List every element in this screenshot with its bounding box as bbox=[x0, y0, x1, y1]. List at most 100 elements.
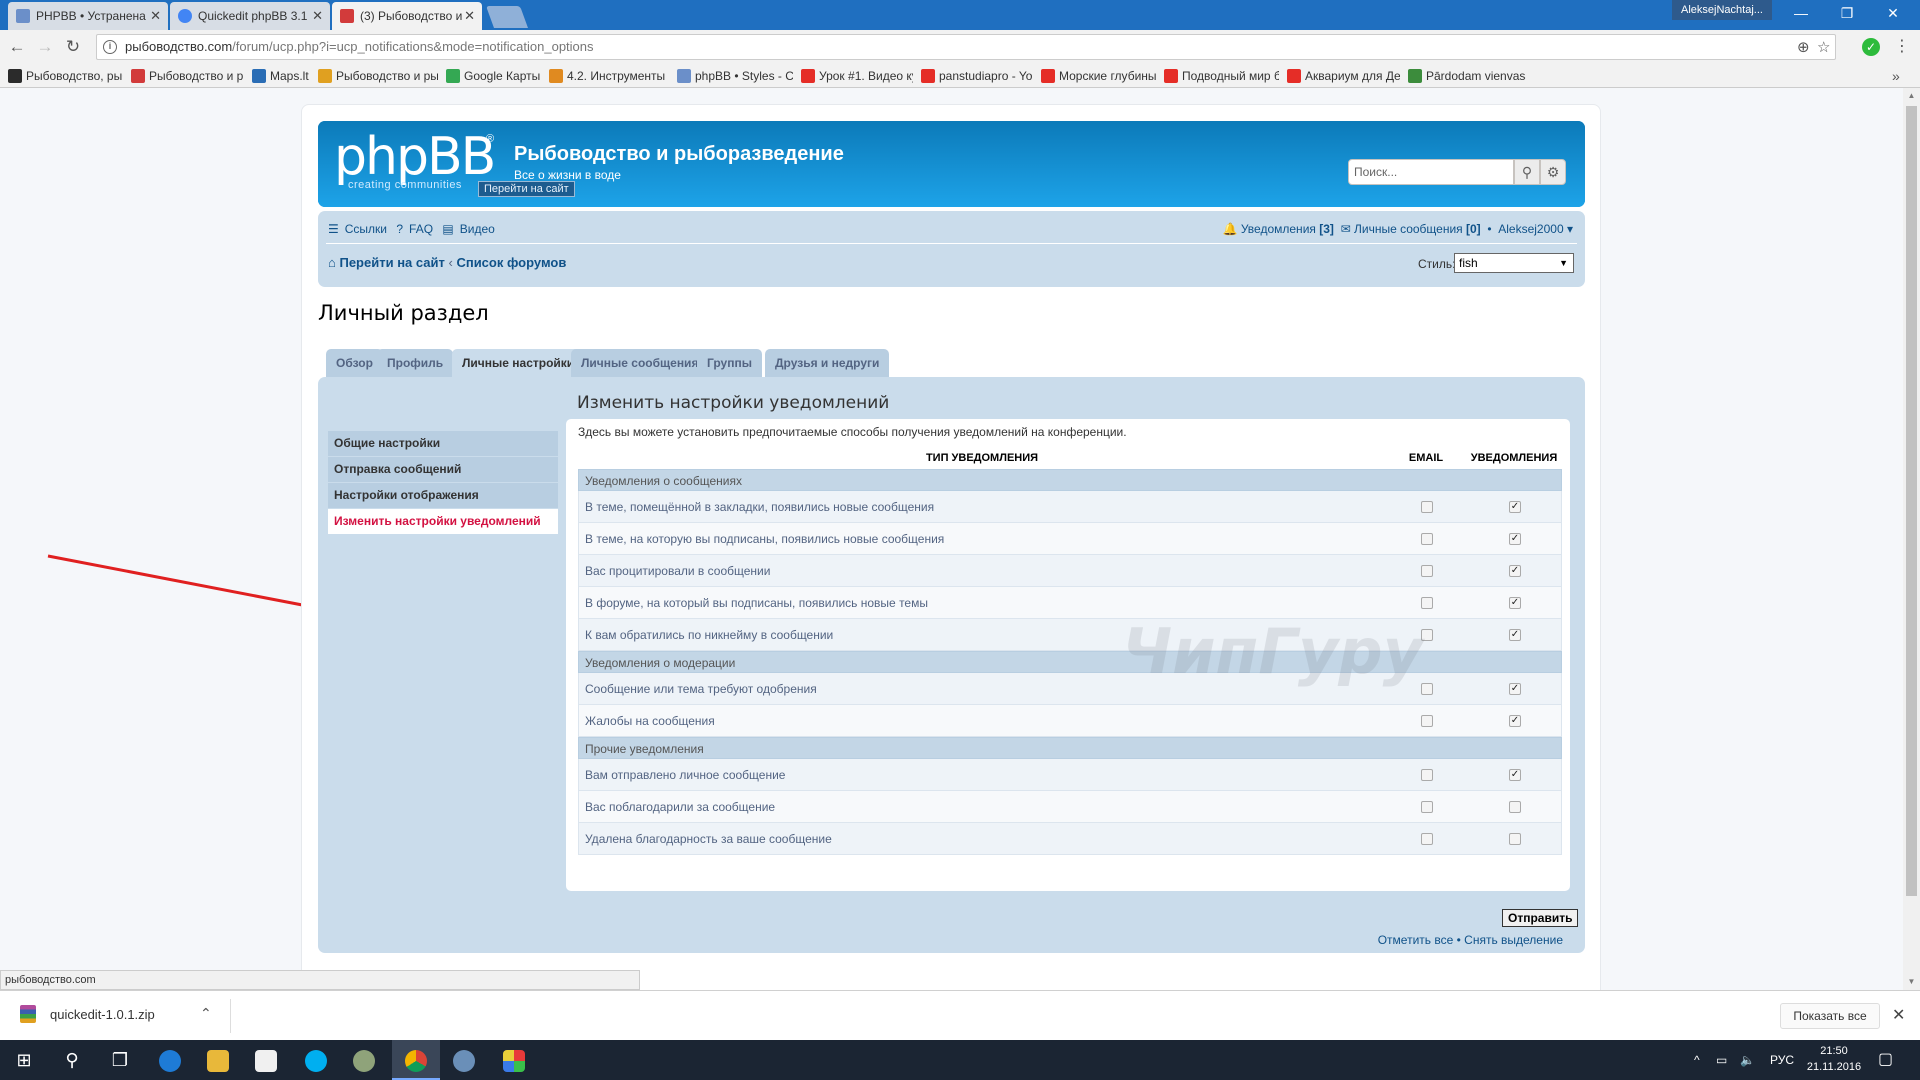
side-menu-item[interactable]: Отправка сообщений bbox=[328, 457, 558, 482]
info-icon[interactable]: i bbox=[103, 40, 117, 54]
email-checkbox[interactable] bbox=[1421, 801, 1433, 813]
scroll-down-icon[interactable]: ▼ bbox=[1903, 974, 1920, 990]
show-all-downloads-button[interactable]: Показать все bbox=[1780, 1003, 1880, 1029]
notification-checkbox[interactable] bbox=[1509, 801, 1521, 813]
unmark-all-link[interactable]: Снять выделение bbox=[1464, 933, 1563, 947]
notifications-link[interactable]: Уведомления bbox=[1241, 222, 1316, 236]
address-bar[interactable]: i рыбоводство.com/forum/ucp.php?i=ucp_no… bbox=[96, 34, 1836, 60]
action-center-icon[interactable]: ▢ bbox=[1878, 1040, 1893, 1080]
window-close-icon[interactable]: ✕ bbox=[1870, 0, 1916, 26]
bookmark-item[interactable]: Рыбоводство и рыбо bbox=[318, 64, 438, 88]
skype-icon[interactable] bbox=[292, 1040, 340, 1080]
bookmark-item[interactable]: Рыбоводство, рыбор bbox=[8, 64, 123, 88]
nav-links[interactable]: Ссылки bbox=[345, 222, 387, 236]
side-menu-item[interactable]: Изменить настройки уведомлений bbox=[328, 509, 558, 534]
bookmark-item[interactable]: Рыбоводство и рыбо bbox=[131, 64, 244, 88]
user-menu[interactable]: Aleksej2000 bbox=[1498, 222, 1563, 236]
mark-all-link[interactable]: Отметить все bbox=[1378, 933, 1454, 947]
ucp-tab[interactable]: Группы bbox=[697, 349, 762, 377]
browser-menu-icon[interactable]: ⋮ bbox=[1894, 36, 1910, 56]
notification-checkbox[interactable]: ✓ bbox=[1509, 715, 1521, 727]
scroll-up-icon[interactable]: ▲ bbox=[1903, 88, 1920, 104]
breadcrumb-site[interactable]: Перейти на сайт bbox=[339, 255, 444, 270]
email-checkbox[interactable] bbox=[1421, 565, 1433, 577]
restore-icon[interactable]: ❐ bbox=[1824, 0, 1870, 26]
close-icon[interactable]: ✕ bbox=[464, 2, 475, 30]
browser-tab-2[interactable]: Quickedit phpBB 3.1 - П ✕ bbox=[170, 2, 330, 30]
notification-checkbox[interactable]: ✓ bbox=[1509, 683, 1521, 695]
tray-chevron-icon[interactable]: ^ bbox=[1694, 1040, 1700, 1080]
close-icon[interactable]: ✕ bbox=[1892, 1005, 1905, 1025]
clock[interactable]: 21:50 21.11.2016 bbox=[1804, 1043, 1864, 1075]
search-input[interactable]: Поиск... bbox=[1348, 159, 1514, 185]
style-select[interactable]: fish ▼ bbox=[1454, 253, 1574, 273]
file-explorer-icon[interactable] bbox=[194, 1040, 242, 1080]
language-indicator[interactable]: РУС bbox=[1770, 1040, 1794, 1080]
side-menu-item[interactable]: Общие настройки bbox=[328, 431, 558, 456]
email-checkbox[interactable] bbox=[1421, 769, 1433, 781]
email-checkbox[interactable] bbox=[1421, 533, 1433, 545]
extension-check-icon[interactable]: ✓ bbox=[1862, 38, 1880, 56]
reload-icon[interactable]: ↻ bbox=[62, 36, 84, 58]
browser-tab-3[interactable]: (3) Рыбоводство и рыб ✕ bbox=[332, 2, 482, 30]
notification-checkbox[interactable]: ✓ bbox=[1509, 597, 1521, 609]
new-tab-button[interactable] bbox=[485, 6, 529, 28]
bookmark-item[interactable]: phpBB • Styles - Custo bbox=[677, 64, 793, 88]
close-icon[interactable]: ✕ bbox=[312, 2, 323, 30]
search-icon[interactable]: ⚲ bbox=[1514, 159, 1540, 185]
email-checkbox[interactable] bbox=[1421, 597, 1433, 609]
ucp-tab[interactable]: Личные сообщения bbox=[571, 349, 709, 377]
scroll-thumb[interactable] bbox=[1906, 106, 1917, 896]
bookmark-item[interactable]: panstudiapro - YouTu bbox=[921, 64, 1033, 88]
app-icon[interactable] bbox=[340, 1040, 388, 1080]
nav-video[interactable]: Видео bbox=[460, 222, 495, 236]
email-checkbox[interactable] bbox=[1421, 833, 1433, 845]
download-file[interactable]: quickedit-1.0.1.zip bbox=[50, 1007, 155, 1022]
back-arrow-icon[interactable]: ← bbox=[6, 36, 28, 58]
bookmark-star-icon[interactable]: ☆ bbox=[1817, 38, 1830, 56]
bookmark-item[interactable]: Pārdodam vienvasara bbox=[1408, 64, 1526, 88]
notification-checkbox[interactable]: ✓ bbox=[1509, 501, 1521, 513]
chevron-up-icon[interactable]: ⌃ bbox=[200, 1005, 212, 1022]
menu-icon[interactable]: ☰ bbox=[328, 222, 339, 236]
bookmark-item[interactable]: 4.2. Инструменты мо bbox=[549, 64, 669, 88]
ucp-tab[interactable]: Друзья и недруги bbox=[765, 349, 890, 377]
bookmark-item[interactable]: Google Карты bbox=[446, 64, 541, 88]
notification-checkbox[interactable]: ✓ bbox=[1509, 769, 1521, 781]
phpbb-logo[interactable]: phpBB bbox=[334, 127, 496, 187]
bookmark-item[interactable]: Maps.lt bbox=[252, 64, 310, 88]
edge-browser-icon[interactable] bbox=[146, 1040, 194, 1080]
email-checkbox[interactable] bbox=[1421, 715, 1433, 727]
forward-arrow-icon[interactable]: → bbox=[34, 36, 56, 58]
task-view-icon[interactable]: ❐ bbox=[96, 1040, 144, 1080]
ucp-tab[interactable]: Личные настройки bbox=[452, 349, 585, 377]
paint-icon[interactable] bbox=[490, 1040, 538, 1080]
pm-link[interactable]: Личные сообщения bbox=[1354, 222, 1463, 236]
close-icon[interactable]: ✕ bbox=[150, 2, 161, 30]
windows-start-icon[interactable]: ⊞ bbox=[0, 1040, 48, 1080]
page-scrollbar[interactable]: ▲ ▼ bbox=[1903, 88, 1920, 990]
zoom-icon[interactable]: ⊕ bbox=[1797, 38, 1810, 56]
notification-checkbox[interactable]: ✓ bbox=[1509, 565, 1521, 577]
chevron-down-icon[interactable]: ▾ bbox=[1567, 222, 1573, 236]
notification-checkbox[interactable]: ✓ bbox=[1509, 533, 1521, 545]
volume-icon[interactable]: 🔈 bbox=[1740, 1040, 1755, 1080]
app-icon[interactable] bbox=[440, 1040, 488, 1080]
bookmark-item[interactable]: Подводный мир бухт bbox=[1164, 64, 1279, 88]
minimize-icon[interactable]: — bbox=[1778, 0, 1824, 26]
network-icon[interactable]: ▭ bbox=[1716, 1040, 1727, 1080]
breadcrumb-forums[interactable]: Список форумов bbox=[456, 255, 566, 270]
store-icon[interactable] bbox=[242, 1040, 290, 1080]
ucp-tab[interactable]: Обзор bbox=[326, 349, 383, 377]
bookmark-item[interactable]: Аквариум для Детей bbox=[1287, 64, 1400, 88]
chrome-icon[interactable] bbox=[392, 1040, 440, 1080]
search-icon[interactable]: ⚲ bbox=[48, 1040, 96, 1080]
side-menu-item[interactable]: Настройки отображения bbox=[328, 483, 558, 508]
gear-icon[interactable]: ⚙ bbox=[1540, 159, 1566, 185]
email-checkbox[interactable] bbox=[1421, 501, 1433, 513]
notification-checkbox[interactable] bbox=[1509, 833, 1521, 845]
nav-faq[interactable]: FAQ bbox=[409, 222, 433, 236]
browser-tab-1[interactable]: PHPBB • Устранена спо ✕ bbox=[8, 2, 168, 30]
bookmark-item[interactable]: Урок #1. Видео курс bbox=[801, 64, 913, 88]
ucp-tab[interactable]: Профиль bbox=[377, 349, 454, 377]
